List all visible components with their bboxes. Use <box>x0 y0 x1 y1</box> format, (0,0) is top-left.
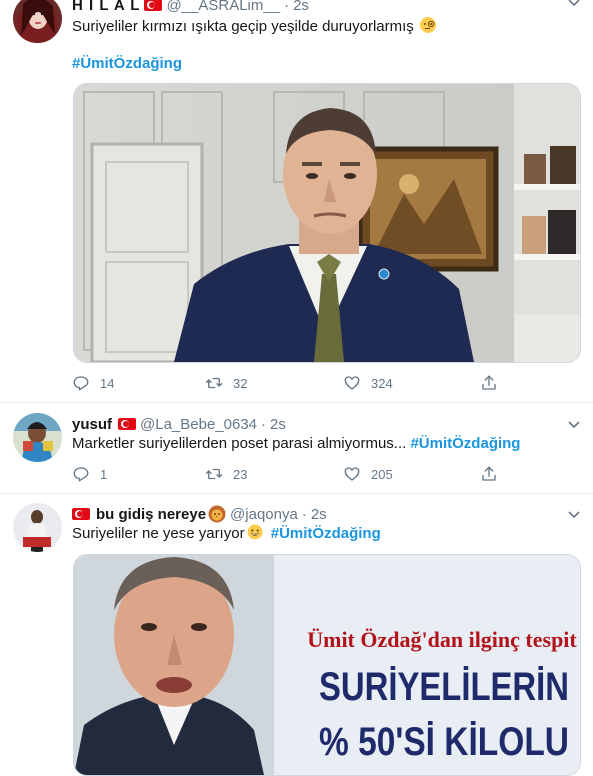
share-button[interactable] <box>480 465 508 483</box>
timestamp[interactable]: 2s <box>293 0 309 14</box>
tweet-image[interactable] <box>73 83 581 363</box>
handle[interactable]: @__ASRALim__ <box>166 0 280 14</box>
grinning-face-icon <box>247 524 263 540</box>
share-icon <box>482 375 496 390</box>
timestamp[interactable]: 2s <box>311 506 327 523</box>
retweet-icon <box>205 377 223 389</box>
handle[interactable]: @jaqonya <box>230 506 298 523</box>
like-button[interactable]: 205 <box>343 465 393 483</box>
turkey-flag-icon <box>144 0 163 11</box>
avatar[interactable] <box>13 0 62 43</box>
tweet-3[interactable]: bu gidiş nereye @jaqonya · 2s Suriyelile… <box>0 494 593 776</box>
like-button[interactable]: 324 <box>343 374 393 392</box>
reply-count: 1 <box>100 466 108 482</box>
chevron-down-icon[interactable] <box>567 418 581 432</box>
retweet-count: 23 <box>233 466 248 482</box>
tweet-image[interactable]: Ümit Özdağ'dan ilginç tespit SURİYELİLER… <box>73 554 581 776</box>
reply-icon <box>73 467 89 482</box>
avatar[interactable] <box>13 413 62 462</box>
handle[interactable]: @La_Bebe_0634 <box>140 416 257 433</box>
retweet-button[interactable]: 23 <box>205 465 247 483</box>
tweet-2[interactable]: yusuf @La_Bebe_0634 · 2s Marketler suriy… <box>0 403 593 493</box>
hashtag-link[interactable]: #ÜmitÖzdağing <box>72 54 182 74</box>
chevron-down-icon[interactable] <box>567 0 581 10</box>
display-name[interactable]: yusuf <box>72 416 112 433</box>
turkey-flag-icon <box>118 418 137 430</box>
heart-icon <box>344 467 360 481</box>
heart-icon <box>344 376 360 390</box>
hashtag-link[interactable]: #ÜmitÖzdağing <box>271 525 381 542</box>
avatar[interactable] <box>13 503 62 552</box>
tweet-body: Marketler suriyelilerden poset parasi al… <box>72 435 407 452</box>
display-name[interactable]: H I L A L <box>72 0 140 14</box>
video-still-image <box>74 84 580 362</box>
image-big-line-1: SURİYELİLERİN <box>319 665 569 709</box>
image-big-line-2: % 50'Sİ KİLOLU <box>319 720 569 764</box>
reply-count: 14 <box>100 375 115 391</box>
share-icon <box>482 466 496 481</box>
tweet-text: Suriyeliler kırmızı ışıkta geçip yeşilde… <box>72 17 436 37</box>
reply-button[interactable]: 1 <box>72 465 107 483</box>
news-graphic-image: Ümit Özdağ'dan ilginç tespit SURİYELİLER… <box>74 555 580 775</box>
retweet-icon <box>205 468 223 480</box>
face-with-monocle-icon <box>419 17 436 33</box>
hashtag-link[interactable]: #ÜmitÖzdağing <box>410 435 520 452</box>
image-headline: Ümit Özdağ'dan ilginç tespit <box>307 627 577 652</box>
tweet-text: Marketler suriyelilerden poset parasi al… <box>72 434 520 454</box>
tweet-body: Suriyeliler ne yese yarıyor <box>72 525 245 542</box>
tweet-actions: 14 32 324 <box>72 374 512 394</box>
retweet-count: 32 <box>233 375 248 391</box>
separator-dot: · <box>301 505 307 523</box>
reply-icon <box>73 376 89 391</box>
tweet-1[interactable]: H I L A L @__ASRALim__ · 2s Suriyeliler … <box>0 0 593 402</box>
turkey-flag-icon <box>72 508 90 520</box>
lion-face-icon <box>208 505 226 523</box>
tweet-actions: 1 23 205 <box>72 465 512 485</box>
like-count: 205 <box>371 466 393 482</box>
timestamp[interactable]: 2s <box>270 416 286 433</box>
separator-dot: · <box>284 0 290 14</box>
separator-dot: · <box>261 415 267 433</box>
reply-button[interactable]: 14 <box>72 374 114 392</box>
like-count: 324 <box>371 375 393 391</box>
share-button[interactable] <box>480 374 508 392</box>
tweet-text: Suriyeliler ne yese yarıyor #ÜmitÖzdağin… <box>72 524 381 544</box>
display-name[interactable]: bu gidiş nereye <box>96 506 206 523</box>
retweet-button[interactable]: 32 <box>205 374 247 392</box>
chevron-down-icon[interactable] <box>567 508 581 522</box>
tweet-body: Suriyeliler kırmızı ışıkta geçip yeşilde… <box>72 18 414 35</box>
